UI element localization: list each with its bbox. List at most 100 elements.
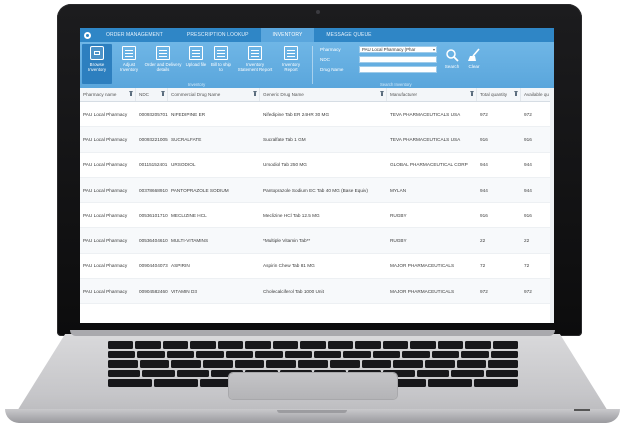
cell-total-quantity: 72 xyxy=(480,263,486,269)
grid-scrollbar[interactable] xyxy=(550,88,554,323)
upload-icon xyxy=(189,46,203,60)
pharmacy-select[interactable]: PAU Local Pharmacy (Phar ▾ xyxy=(359,46,437,53)
filter-icon[interactable] xyxy=(470,91,474,96)
table-row[interactable]: PAU Local Pharmacy 00093221005 SUCRALFATE S… xyxy=(80,127,554,153)
laptop-screen: ORDER MANAGEMENT PRESCRIPTION LOOKUP INV… xyxy=(80,28,554,323)
column-header-pharmacy-name[interactable]: Pharmacy name xyxy=(80,88,136,101)
tab-inventory[interactable]: INVENTORY xyxy=(260,28,315,42)
cell-commercial-drug-name: MECLIZINE HCL xyxy=(171,212,207,218)
filter-icon[interactable] xyxy=(161,91,165,96)
cell-manufacturer: GLOBAL PHARMACEUTICAL CORP xyxy=(390,162,468,168)
key xyxy=(217,341,244,349)
order-delivery-details-button[interactable]: Order and Delivery details xyxy=(144,44,182,84)
cell-pharmacy-name: PAU Local Pharmacy xyxy=(83,111,128,117)
key xyxy=(490,350,518,359)
cell-commercial-drug-name: URSODIOL xyxy=(171,162,196,168)
table-row[interactable]: PAU Local Pharmacy 00115152401 URSODIOL Urs… xyxy=(80,153,554,178)
column-label: Commercial Drug Name xyxy=(171,92,221,97)
key xyxy=(176,369,209,378)
cell-generic-drug-name: Cholecalciferol Tab 1000 Unit xyxy=(263,288,324,294)
key-row xyxy=(108,350,518,359)
key xyxy=(451,369,484,378)
key xyxy=(255,350,283,359)
column-header-ndc[interactable]: NDC xyxy=(136,88,168,101)
table-row[interactable]: PAU Local Pharmacy 00904582460 VITAMIN D3 C… xyxy=(80,279,554,305)
key xyxy=(166,350,195,359)
adjust-inventory-button[interactable]: Adjust Inventory xyxy=(114,44,144,84)
key xyxy=(225,350,254,359)
drug-name-input[interactable] xyxy=(359,66,437,73)
key xyxy=(431,350,460,359)
column-header-manufacturer[interactable]: Manufacturer xyxy=(387,88,477,101)
cell-total-quantity: 944 xyxy=(480,162,488,168)
cell-ndc: 00904404073 xyxy=(139,263,168,269)
key xyxy=(485,369,518,378)
key xyxy=(437,341,464,349)
key xyxy=(372,350,401,359)
key xyxy=(300,341,326,349)
tab-prescription-lookup[interactable]: PRESCRIPTION LOOKUP xyxy=(175,28,261,42)
browse-inventory-label: Browse Inventory xyxy=(87,62,107,72)
table-row[interactable]: PAU Local Pharmacy 00904404073 ASPIRIN Aspi… xyxy=(80,254,554,280)
column-header-total-quantity[interactable]: Total quantity xyxy=(477,88,521,101)
drug-name-label: Drug Name xyxy=(320,67,344,72)
column-label: Total quantity xyxy=(480,92,508,97)
bill-to-ship-to-label: Bill to ship to xyxy=(210,62,231,72)
search-icon xyxy=(446,49,459,62)
filter-icon[interactable] xyxy=(380,91,384,96)
hinge xyxy=(70,330,555,336)
key xyxy=(137,350,165,359)
bill-to-ship-to-button[interactable]: Bill to ship to xyxy=(209,44,233,84)
column-label: Available qu xyxy=(524,92,549,97)
table-row[interactable]: PAU Local Pharmacy 00093205701 NIFEDIPINE … xyxy=(80,102,554,128)
key xyxy=(492,341,518,349)
browse-inventory-button[interactable]: Browse Inventory xyxy=(82,44,112,84)
key xyxy=(142,369,175,378)
bill-ship-icon xyxy=(214,46,228,60)
cell-generic-drug-name: Nifedipine Tab ER 24HR 30 MG xyxy=(263,111,330,117)
trackpad xyxy=(229,373,397,399)
filter-icon[interactable] xyxy=(514,91,518,96)
cell-total-quantity: 944 xyxy=(480,187,488,193)
cell-generic-drug-name: Pantoprazole Sodium EC Tab 40 MG (Base E… xyxy=(263,187,368,193)
report-icon xyxy=(248,46,262,60)
cell-generic-drug-name: Ursodiol Tab 250 MG xyxy=(263,162,307,168)
clear-button[interactable]: Clear xyxy=(464,48,484,76)
cell-ndc: 00536101710 xyxy=(139,212,168,218)
cell-manufacturer: TEVA PHARMACEUTICALS USA xyxy=(390,111,461,117)
key xyxy=(171,360,202,368)
order-details-icon xyxy=(156,46,170,60)
cell-ndc: 00093205701 xyxy=(139,111,168,117)
column-header-generic-drug-name[interactable]: Generic Drug Name xyxy=(260,88,387,101)
tab-message-queue[interactable]: MESSAGE QUEUE xyxy=(314,28,383,42)
upload-file-button[interactable]: Upload file xyxy=(184,44,208,84)
cell-ndc: 00115152401 xyxy=(139,162,168,168)
ndc-input[interactable] xyxy=(359,56,437,63)
table-row[interactable]: PAU Local Pharmacy 00378668910 PANTOPRAZOL… xyxy=(80,177,554,204)
column-header-commercial-drug-name[interactable]: Commercial Drug Name xyxy=(168,88,260,101)
inventory-report-button[interactable]: Inventory Report xyxy=(276,44,306,84)
cell-pharmacy-name: PAU Local Pharmacy xyxy=(83,212,128,218)
cell-commercial-drug-name: NIFEDIPINE ER xyxy=(171,111,206,117)
search-button[interactable]: Search xyxy=(442,48,462,76)
table-row[interactable]: PAU Local Pharmacy 00536101710 MECLIZINE H… xyxy=(80,203,554,229)
tab-order-management[interactable]: ORDER MANAGEMENT xyxy=(94,28,175,42)
search-inventory-group-label: Search Inventory xyxy=(380,82,412,87)
key xyxy=(329,360,360,368)
adjust-inventory-label: Adjust Inventory xyxy=(119,62,139,72)
cell-generic-drug-name: Sucralfate Tab 1 GM xyxy=(263,136,306,142)
filter-icon[interactable] xyxy=(129,91,133,96)
webcam-icon xyxy=(316,10,320,14)
cell-total-quantity: 916 xyxy=(480,136,488,142)
inventory-report-label: Inventory Report xyxy=(281,62,301,72)
order-delivery-details-label: Order and Delivery details xyxy=(144,62,182,72)
cell-commercial-drug-name: ASPIRIN xyxy=(171,263,190,269)
key xyxy=(327,341,354,349)
table-row[interactable]: PAU Local Pharmacy 00536404610 MULTI-VITAM… xyxy=(80,228,554,254)
inventory-statement-report-button[interactable]: Inventory Statement Report xyxy=(236,44,274,84)
key xyxy=(456,360,487,368)
key xyxy=(461,350,489,359)
filter-icon[interactable] xyxy=(253,91,257,96)
column-label: NDC xyxy=(139,92,149,97)
home-icon[interactable] xyxy=(80,28,94,42)
